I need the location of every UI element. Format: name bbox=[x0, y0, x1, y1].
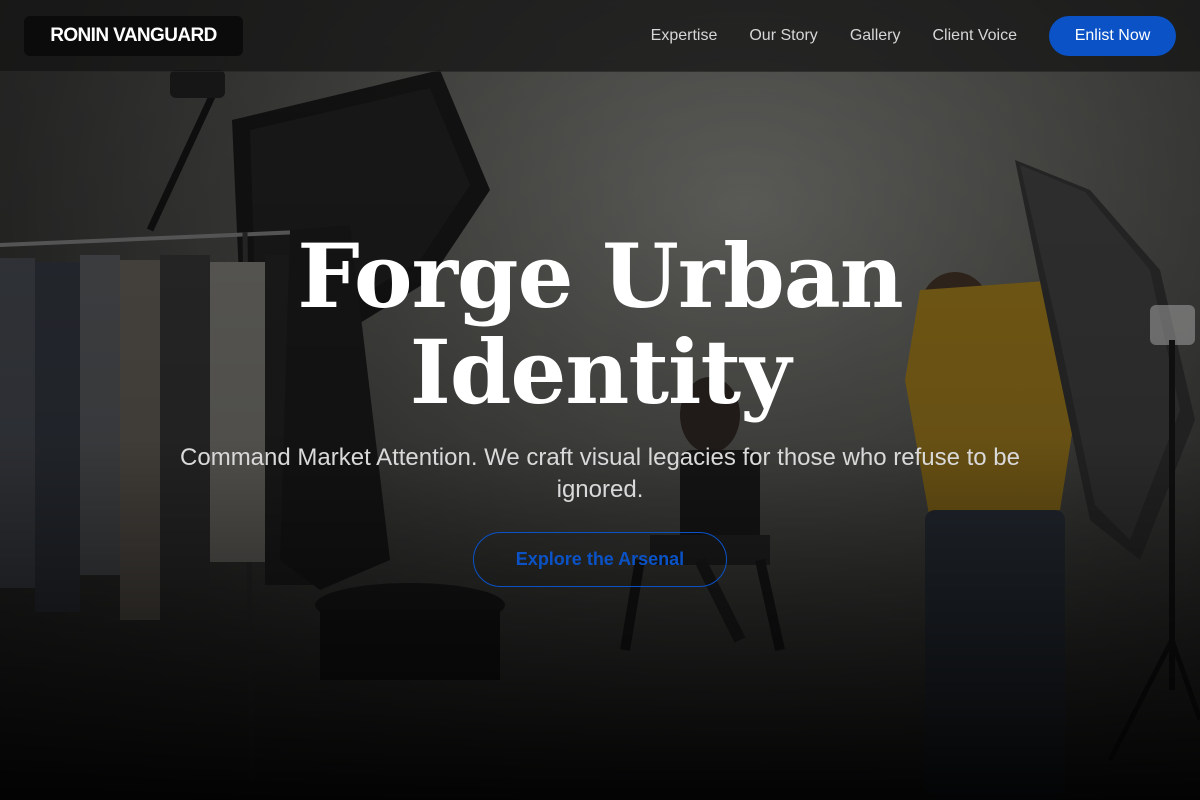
nav-link-client-voice[interactable]: Client Voice bbox=[933, 27, 1018, 45]
hero-subtitle: Command Market Attention. We craft visua… bbox=[180, 444, 1020, 503]
site-header: RONIN VANGUARD Expertise Our Story Galle… bbox=[0, 0, 1200, 72]
landing-page: RONIN VANGUARD Expertise Our Story Galle… bbox=[0, 0, 1200, 800]
main-nav: Expertise Our Story Gallery Client Voice… bbox=[651, 0, 1176, 72]
nav-link-gallery[interactable]: Gallery bbox=[850, 27, 901, 45]
hero-title-line-2: Identity bbox=[409, 320, 792, 424]
explore-arsenal-button[interactable]: Explore the Arsenal bbox=[473, 532, 727, 587]
enlist-now-button[interactable]: Enlist Now bbox=[1049, 16, 1176, 56]
hero-title: Forge Urban Identity bbox=[200, 228, 1000, 420]
nav-link-our-story[interactable]: Our Story bbox=[749, 27, 817, 45]
nav-link-expertise[interactable]: Expertise bbox=[651, 27, 718, 45]
hero-section: Forge Urban Identity Command Market Atte… bbox=[0, 0, 1200, 800]
brand-logo[interactable]: RONIN VANGUARD bbox=[24, 16, 243, 56]
hero-title-line-1: Forge Urban bbox=[297, 224, 904, 328]
